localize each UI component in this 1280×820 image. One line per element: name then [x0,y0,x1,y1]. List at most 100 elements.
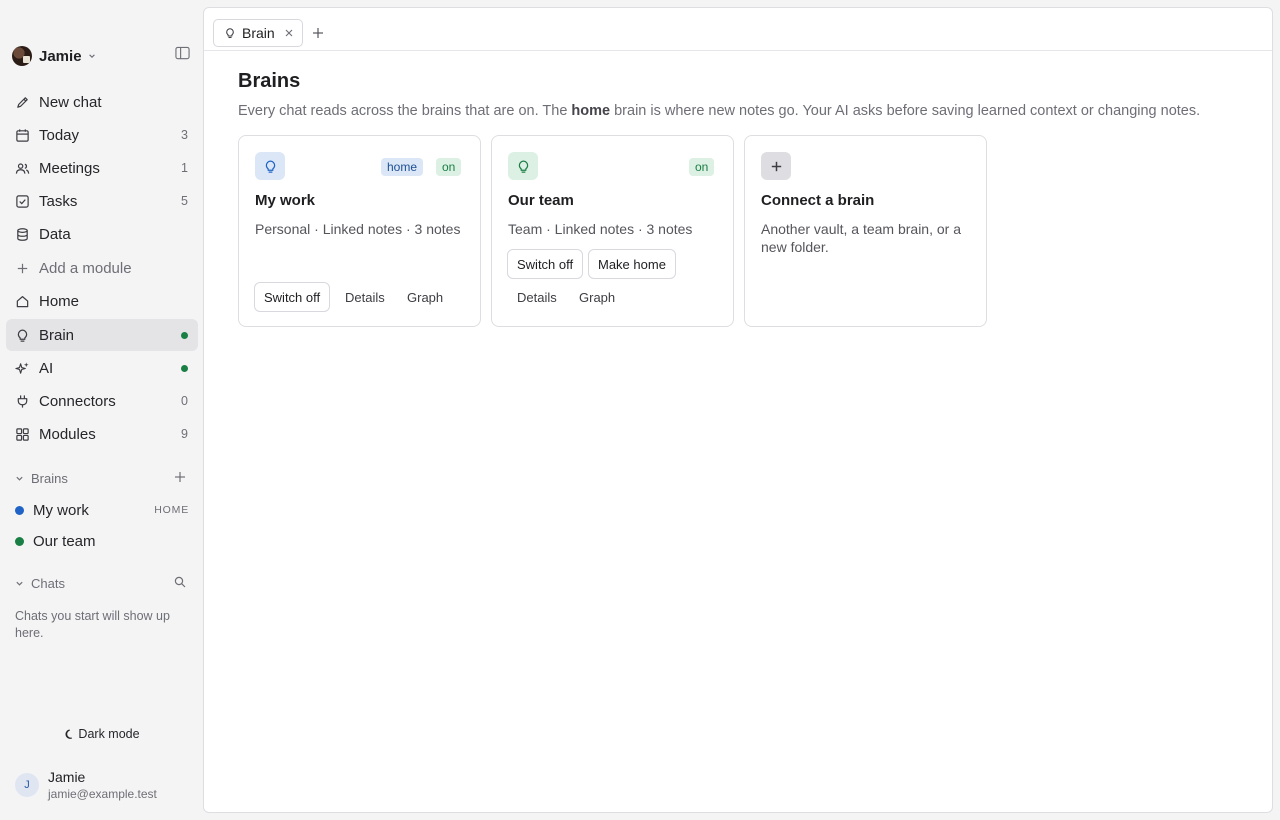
user-profile[interactable]: J Jamie jamie@example.test [15,768,157,802]
new-tab-plus-icon[interactable] [312,27,324,39]
card-title: Our team [508,192,574,209]
card-title: Connect a brain [761,192,875,209]
moon-icon [65,729,73,739]
nav-connectors[interactable]: Connectors 0 [6,385,198,417]
plug-icon [17,395,28,408]
database-icon [17,228,28,241]
brains-section-title: Brains [31,470,68,486]
nav-label: Meetings [39,159,100,177]
home-tag: HOME [154,504,189,516]
nav-modules[interactable]: Modules 9 [6,418,198,450]
chats-section-title: Chats [31,575,65,591]
chevron-down-icon [16,476,23,481]
plus-icon [17,263,28,274]
chats-empty-text: Chats you start will show up here. [15,609,170,640]
workspace-avatar [12,46,32,66]
sidebar-brain-my-work[interactable]: My work HOME [15,500,191,520]
add-brain-plus-icon[interactable] [174,471,186,483]
pencil-icon [17,97,28,108]
plus-icon [771,161,781,171]
sidebar-toggle-icon[interactable] [175,46,190,60]
nav-label: Modules [39,425,96,443]
card-meta: Personal · Linked notes · 3 notes [255,221,461,237]
dark-mode-label: Dark mode [78,727,140,741]
nav-data[interactable]: Data [6,218,198,250]
avatar: J [15,773,39,797]
chevron-down-icon [16,581,23,586]
nav-ai[interactable]: AI [6,352,198,384]
card-meta: Another vault, a team brain, or a new fo… [761,221,961,255]
nav-brain[interactable]: Brain [6,319,198,351]
details-button[interactable]: Details [508,282,566,312]
brain-color-dot [15,505,24,515]
page-title: Brains [238,70,301,92]
home-icon [16,296,29,308]
nav-add-module[interactable]: Add a module [6,252,198,284]
nav-count: 9 [181,427,188,441]
chats-section-toggle[interactable]: Chats [15,574,65,592]
nav-count: 5 [181,194,188,208]
details-button[interactable]: Details [336,282,394,312]
lightbulb-icon [265,160,275,173]
make-home-button[interactable]: Make home [588,249,676,279]
nav-label: Today [39,126,80,144]
home-badge: home [381,158,424,176]
user-email: jamie@example.test [48,787,157,801]
close-icon[interactable] [285,29,293,37]
brain-label: My work [33,501,89,519]
nav-meetings[interactable]: Meetings 1 [6,152,198,184]
card-meta: Team · Linked notes · 3 notes [508,221,693,237]
connect-brain-card[interactable]: Connect a brain Another vault, a team br… [744,135,987,327]
lightbulb-icon [518,160,528,173]
sidebar: Jamie New chat Today 3 Meetings 1 Tasks … [0,0,204,820]
user-name: Jamie [48,769,86,785]
nav-label: Tasks [39,192,78,210]
workspace-switcher[interactable]: Jamie [12,45,96,67]
nav-label: New chat [39,93,102,111]
graph-button[interactable]: Graph [570,282,624,312]
card-title: My work [255,192,316,209]
nav-count: 1 [181,161,188,175]
sparkle-icon [15,362,29,374]
brains-section-toggle[interactable]: Brains [15,469,68,487]
lightbulb-icon [17,329,28,342]
status-dot [181,364,188,372]
sidebar-brain-our-team[interactable]: Our team [15,531,191,551]
nav-label: Add a module [39,259,132,277]
nav-label: Data [39,225,71,243]
people-icon [15,163,30,174]
search-chats-icon[interactable] [174,576,186,588]
tab-bar: Brain [204,8,1272,51]
brain-color-dot [15,536,24,546]
checkbox-icon [16,195,29,208]
switch-off-button[interactable]: Switch off [254,282,331,312]
dark-mode-toggle[interactable]: Dark mode [0,724,204,744]
main-panel: Brain Brains Every chat reads across the… [203,7,1273,813]
nav-label: Connectors [39,392,116,410]
nav-home[interactable]: Home [6,285,198,317]
tab-label: Brain [242,25,275,41]
brain-label: Our team [33,532,96,550]
chevron-down-icon [88,54,95,58]
nav-label: AI [39,359,54,377]
nav-label: Home [39,292,80,310]
workspace-name: Jamie [39,47,82,65]
grid-icon [16,428,29,441]
nav-new-chat[interactable]: New chat [6,86,198,118]
lightbulb-icon [226,28,234,39]
card-icon [761,152,791,180]
nav-count: 0 [181,394,188,408]
status-dot [181,331,188,339]
calendar-icon [16,129,29,142]
graph-button[interactable]: Graph [398,282,452,312]
page-description: Every chat reads across the brains that … [238,103,1201,119]
on-badge: on [689,158,715,176]
nav-tasks[interactable]: Tasks 5 [6,185,198,217]
nav-count: 3 [181,128,188,142]
card-icon [255,152,285,180]
switch-off-button[interactable]: Switch off [507,249,584,279]
tab-brain[interactable]: Brain [213,19,303,47]
card-icon [508,152,538,180]
nav-label: Brain [39,326,75,344]
nav-today[interactable]: Today 3 [6,119,198,151]
